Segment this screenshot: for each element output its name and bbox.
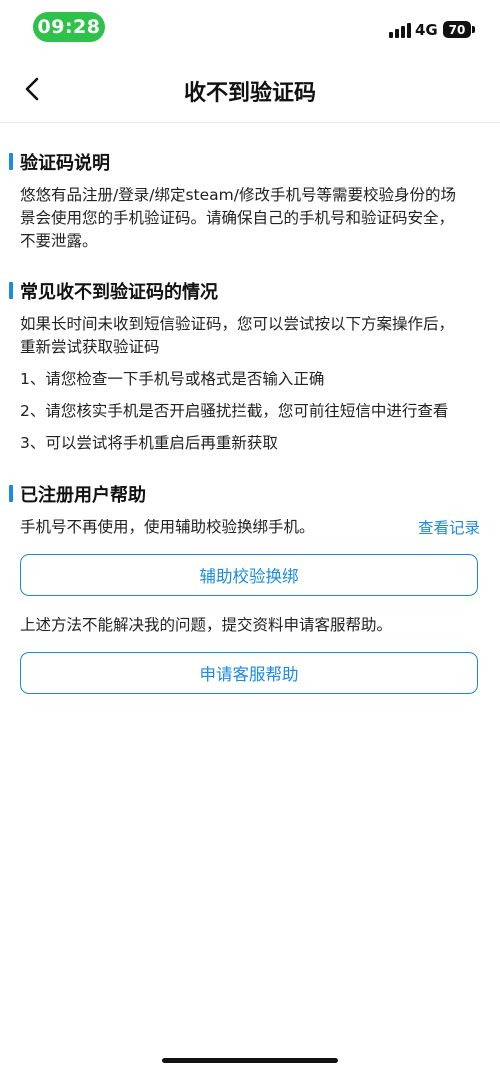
battery-tip bbox=[472, 26, 475, 33]
status-time: 09:28 bbox=[33, 12, 105, 42]
section-heading-registered: 已注册用户帮助 bbox=[20, 485, 146, 506]
common-step-2: 2、请您核实手机是否开启骚扰拦截，您可前往短信中进行查看 bbox=[20, 402, 449, 420]
signal-bars-icon bbox=[389, 22, 411, 38]
explain-line-1: 悠悠有品注册/登录/绑定steam/修改手机号等需要校验身份的场 bbox=[20, 186, 456, 204]
common-intro-line-2: 重新尝试获取验证码 bbox=[20, 338, 160, 356]
assist-verify-rebind-button[interactable]: 辅助校验换绑 bbox=[20, 554, 478, 596]
view-records-link[interactable]: 查看记录 bbox=[418, 516, 480, 538]
status-bar: 09:28 4G 70 bbox=[0, 0, 500, 56]
section-marker bbox=[9, 282, 13, 299]
fallback-text: 上述方法不能解决我的问题，提交资料申请客服帮助。 bbox=[20, 616, 393, 634]
explain-line-2: 景会使用您的手机验证码。请确保自己的手机号和验证码安全， bbox=[20, 209, 455, 227]
common-intro-line-1: 如果长时间未收到短信验证码，您可以尝试按以下方案操作后， bbox=[20, 315, 455, 333]
network-type: 4G bbox=[415, 21, 438, 39]
section-marker bbox=[9, 485, 13, 502]
section-marker bbox=[9, 153, 13, 170]
home-indicator[interactable] bbox=[162, 1058, 338, 1063]
section-heading-common: 常见收不到验证码的情况 bbox=[20, 282, 218, 303]
nav-bar: 收不到验证码 bbox=[0, 56, 500, 123]
common-step-3: 3、可以尝试将手机重启后再重新获取 bbox=[20, 434, 278, 452]
common-step-1: 1、请您检查一下手机号或格式是否输入正确 bbox=[20, 370, 325, 388]
section-heading-explain: 验证码说明 bbox=[20, 153, 110, 174]
apply-support-button[interactable]: 申请客服帮助 bbox=[20, 652, 478, 694]
registered-desc: 手机号不再使用，使用辅助校验换绑手机。 bbox=[20, 518, 315, 536]
explain-line-3: 不要泄露。 bbox=[20, 232, 98, 250]
battery-icon: 70 bbox=[443, 21, 471, 38]
page-title: 收不到验证码 bbox=[183, 81, 316, 106]
